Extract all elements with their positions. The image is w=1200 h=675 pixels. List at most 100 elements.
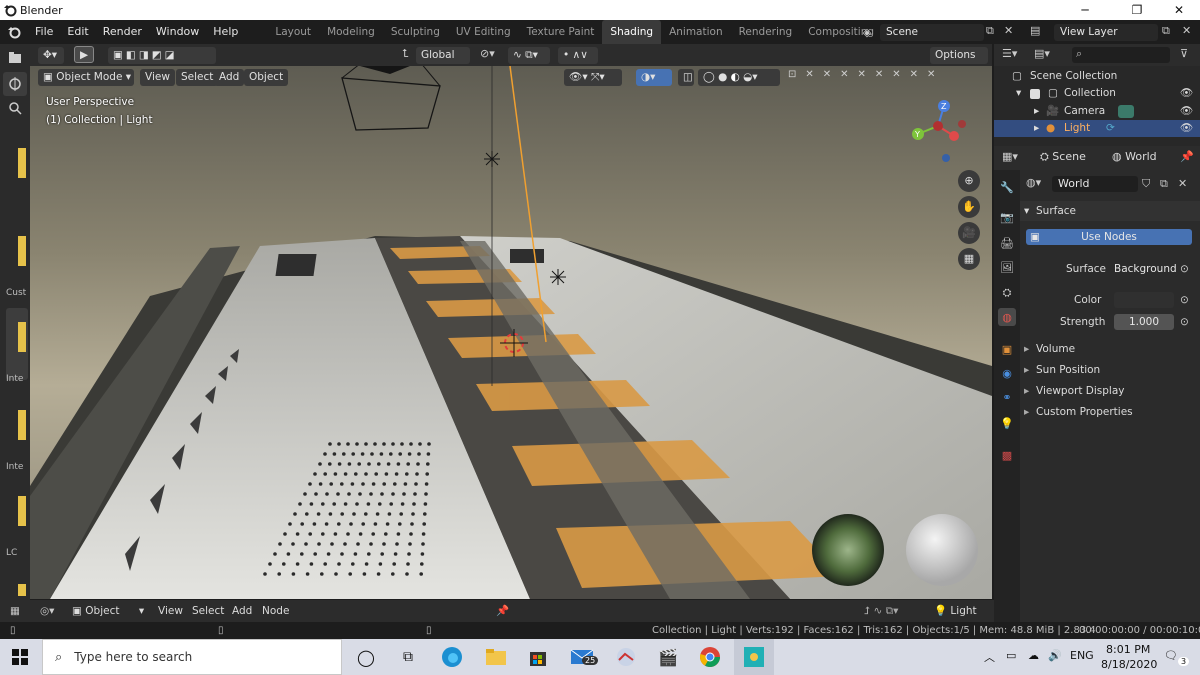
scene-tab-icon[interactable]: ⛭	[998, 284, 1016, 302]
workspace-tab-modeling[interactable]: Modeling	[319, 20, 383, 44]
workspace-tab-animation[interactable]: Animation	[661, 20, 731, 44]
select-tool-icon[interactable]: ▶	[74, 46, 94, 63]
language-indicator[interactable]: ENG	[1070, 649, 1094, 662]
asset-thumbnail[interactable]	[18, 236, 26, 266]
view-layer-icon[interactable]: ▤	[1030, 24, 1052, 41]
windows-start-icon[interactable]	[6, 643, 34, 671]
editor-type-icon[interactable]: ▦	[10, 600, 20, 622]
zoom-icon[interactable]: ⊕	[958, 170, 980, 192]
panel-viewport-display[interactable]: ▸ Viewport Display	[1020, 381, 1200, 401]
blender-menu-icon[interactable]	[0, 25, 28, 39]
menu-window[interactable]: Window	[149, 20, 206, 44]
notification-icon[interactable]: 🗨	[1164, 649, 1178, 662]
shader-type-icon[interactable]: ◎▾	[40, 600, 54, 622]
view-layer-field[interactable]: View Layer	[1054, 24, 1158, 41]
socket-dot-icon[interactable]: ⊙	[1180, 259, 1189, 279]
surface-shader-field[interactable]: Background	[1114, 261, 1178, 277]
panel-custom-properties[interactable]: ▸ Custom Properties	[1020, 402, 1200, 422]
workspace-tab-rendering[interactable]: Rendering	[731, 20, 801, 44]
eye-icon[interactable]: 👁	[1180, 103, 1193, 120]
object-tab-icon[interactable]: ▣	[998, 340, 1016, 358]
pin-icon[interactable]: 📌	[496, 600, 509, 622]
snap-icon[interactable]: ∿ ⧉▾	[508, 47, 550, 64]
world-browse-icon[interactable]: ◍▾	[1026, 176, 1050, 192]
tool-tab-icon[interactable]: 🔧	[998, 178, 1016, 196]
video-editor-icon[interactable]: 🎬	[654, 643, 682, 671]
cortana-icon[interactable]: ◯	[352, 643, 380, 671]
scene-field[interactable]: Scene	[880, 24, 984, 41]
display-mode-icon[interactable]: ▤▾	[1034, 47, 1050, 60]
view-layer-tab-icon[interactable]: 🖼	[998, 258, 1016, 276]
selection-mode-icons[interactable]: ▣◧◨◩◪	[108, 47, 216, 64]
viewport-menu-add[interactable]: Add	[214, 69, 245, 86]
editor-type-icon[interactable]: ▦▾	[1002, 150, 1018, 163]
shading-mode-icons[interactable]: ◯ ● ◐ ◒▾	[698, 69, 780, 86]
fake-user-icon[interactable]: ⛉	[1142, 177, 1150, 191]
surface-panel-header[interactable]: ▾ Surface	[1020, 201, 1200, 221]
parent-node-icon[interactable]: ⮥ ∿ ⧉▾	[864, 600, 898, 622]
eye-icon[interactable]: 👁	[1180, 120, 1193, 137]
panel-sun-position[interactable]: ▸ Sun Position	[1020, 360, 1200, 380]
3d-viewport[interactable]: User Perspective (1) Collection | Light …	[30, 66, 992, 599]
asset-thumbnail[interactable]	[18, 322, 26, 352]
minimize-icon[interactable]: ─	[1062, 0, 1108, 20]
workspace-tab-sculpting[interactable]: Sculpting	[383, 20, 448, 44]
task-view-icon[interactable]: ⧉	[394, 643, 422, 671]
transform-pivot-icon[interactable]: ⮤	[402, 47, 409, 61]
camera-view-icon[interactable]: 🎥	[958, 222, 980, 244]
outliner-row-collection[interactable]: ▾ ▢ Collection 👁	[994, 85, 1200, 102]
texture-tab-icon[interactable]: ▩	[998, 446, 1016, 464]
chrome-icon[interactable]	[696, 643, 724, 671]
viewport-menu-view[interactable]: View	[140, 69, 175, 86]
workspace-tab-layout[interactable]: Layout	[267, 20, 319, 44]
filter-icon[interactable]: ⊽	[1180, 47, 1188, 60]
node-menu-select[interactable]: Select	[192, 600, 224, 622]
scene-selector-icon[interactable]: ◈	[856, 24, 878, 41]
shader-object-dropdown[interactable]: ▣ Object ▾	[72, 600, 144, 622]
new-scene-icon[interactable]: ⧉	[986, 24, 1002, 41]
checkbox-icon[interactable]	[1030, 89, 1040, 99]
new-world-icon[interactable]: ⧉	[1160, 177, 1168, 191]
pivot-point-icon[interactable]: ⊘▾	[480, 47, 495, 60]
unlink-world-icon[interactable]: ✕	[1178, 177, 1187, 190]
close-icon[interactable]: ✕	[1156, 0, 1200, 20]
tray-chevron-icon[interactable]: ︿	[984, 649, 995, 665]
world-tab-icon[interactable]: ◍	[998, 308, 1016, 326]
eye-icon[interactable]: 👁	[1180, 85, 1193, 102]
menu-edit[interactable]: Edit	[60, 20, 95, 44]
file-browser-icon[interactable]	[3, 46, 27, 70]
socket-dot-icon[interactable]: ⊙	[1180, 290, 1189, 310]
node-menu-node[interactable]: Node	[262, 600, 289, 622]
new-view-layer-icon[interactable]: ⧉	[1162, 24, 1178, 41]
workspace-tab-uv-editing[interactable]: UV Editing	[448, 20, 519, 44]
search-icon[interactable]	[3, 96, 27, 120]
use-nodes-button[interactable]: ▣ Use Nodes	[1026, 229, 1192, 245]
xray-icon[interactable]: ◫	[678, 69, 694, 86]
outliner-row-scene-collection[interactable]: ▢ Scene Collection	[994, 68, 1200, 85]
menu-render[interactable]: Render	[96, 20, 149, 44]
store-icon[interactable]	[524, 643, 552, 671]
object-mode-dropdown[interactable]: ▣ Object Mode ▾	[38, 69, 134, 86]
delete-view-layer-icon[interactable]: ✕	[1182, 24, 1198, 41]
edge-icon[interactable]	[438, 643, 466, 671]
overlays-icon[interactable]: ◑▾	[636, 69, 672, 86]
output-tab-icon[interactable]: 🖨	[998, 234, 1016, 252]
taskbar-search-box[interactable]: ⌕ Type here to search	[42, 639, 342, 675]
menu-help[interactable]: Help	[206, 20, 245, 44]
world-tab[interactable]: ◍ World	[1112, 150, 1157, 163]
delete-scene-icon[interactable]: ✕	[1004, 24, 1020, 41]
grid-view-icon[interactable]: ▦	[958, 248, 980, 270]
render-tab-icon[interactable]: 📷	[998, 208, 1016, 226]
color-swatch[interactable]	[1114, 292, 1174, 308]
viewport-menu-object[interactable]: Object	[244, 69, 289, 86]
asset-thumbnail[interactable]	[18, 496, 26, 526]
file-explorer-icon[interactable]	[482, 643, 510, 671]
outliner-row-camera[interactable]: ▸ 🎥 Camera 👁	[994, 103, 1200, 120]
mail-icon[interactable]: 25	[568, 643, 599, 671]
menu-file[interactable]: File	[28, 20, 60, 44]
light-data-tab-icon[interactable]: 💡	[998, 414, 1016, 432]
object-visibility-icons[interactable]: ⊡✕✕✕✕✕✕✕✕	[788, 69, 944, 80]
viewport-menu-select[interactable]: Select	[176, 69, 219, 86]
maximize-icon[interactable]: ❐	[1114, 0, 1160, 20]
editor-type-icon[interactable]: ✥▾	[38, 47, 64, 64]
